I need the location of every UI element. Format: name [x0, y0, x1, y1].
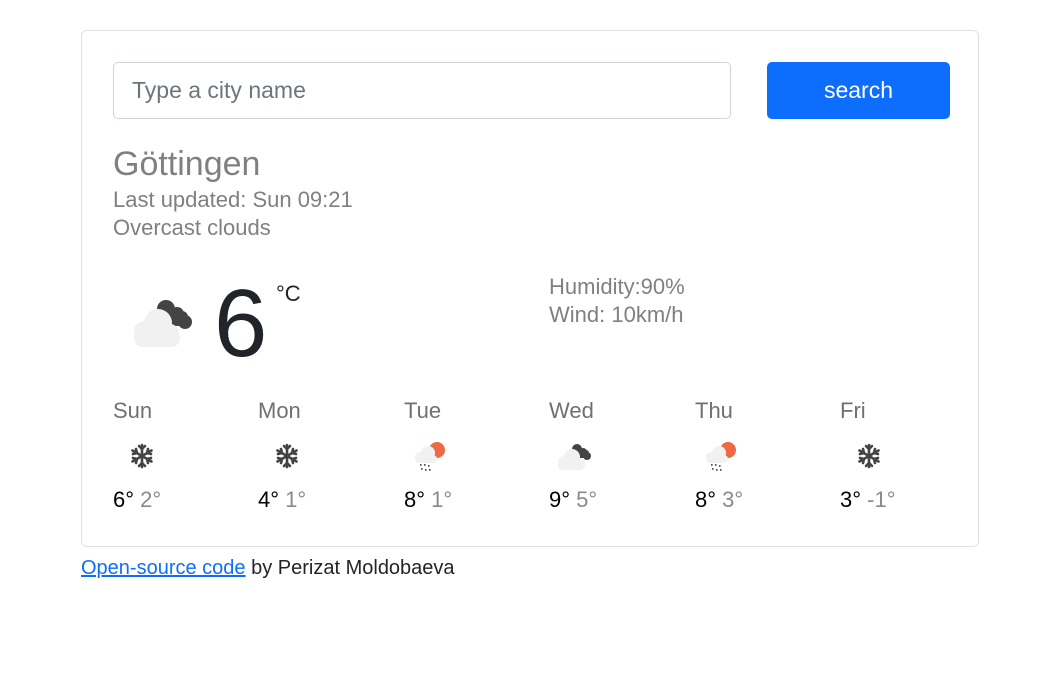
forecast-max: 9°	[549, 487, 571, 512]
forecast-temps: 3° -1°	[840, 487, 896, 513]
forecast-day-name: Fri	[840, 398, 866, 423]
forecast-day-name: Sun	[113, 398, 153, 423]
forecast-temps: 8° 3°	[695, 487, 743, 513]
open-source-link[interactable]: Open-source code	[81, 557, 246, 579]
forecast: Sun 6° 2° Mon 4° 1° Tue 8° 1° Wed 9° 5° …	[113, 398, 987, 518]
forecast-min: 1°	[431, 487, 453, 512]
humidity: Humidity:90%	[549, 274, 685, 299]
forecast-max: 3°	[840, 487, 862, 512]
forecast-max: 6°	[113, 487, 135, 512]
weather-description: Overcast clouds	[113, 215, 271, 240]
forecast-day-name: Tue	[404, 398, 442, 423]
temperature-unit[interactable]: °C	[276, 281, 301, 307]
wind-speed: Wind: 10km/h	[549, 302, 684, 327]
forecast-day-name: Wed	[549, 398, 594, 423]
forecast-max: 8°	[695, 487, 717, 512]
current-temperature: 6	[214, 270, 268, 377]
forecast-temps: 4° 1°	[258, 487, 306, 513]
forecast-max: 4°	[258, 487, 280, 512]
forecast-day: Tue 8° 1°	[404, 398, 544, 518]
forecast-day-name: Thu	[695, 398, 733, 423]
forecast-day: Thu 8° 3°	[695, 398, 835, 518]
forecast-day: Fri 3° -1°	[840, 398, 980, 518]
snow-icon	[131, 443, 153, 469]
weather-card: search Göttingen Last updated: Sun 09:21…	[81, 30, 979, 547]
forecast-temps: 6° 2°	[113, 487, 161, 513]
search-button[interactable]: search	[767, 62, 950, 119]
overcast-clouds-icon	[134, 300, 192, 347]
forecast-min: 1°	[285, 487, 307, 512]
forecast-min: 3°	[722, 487, 744, 512]
city-name: Göttingen	[113, 145, 261, 183]
rain-sun-icon	[706, 442, 736, 471]
forecast-day: Wed 9° 5°	[549, 398, 689, 518]
forecast-temps: 9° 5°	[549, 487, 597, 513]
forecast-day: Mon 4° 1°	[258, 398, 398, 518]
forecast-day: Sun 6° 2°	[113, 398, 253, 518]
forecast-min: 2°	[140, 487, 162, 512]
footer: Open-source code by Perizat Moldobaeva	[81, 556, 455, 580]
forecast-temps: 8° 1°	[404, 487, 452, 513]
forecast-day-name: Mon	[258, 398, 301, 423]
rain-sun-icon	[415, 442, 445, 471]
city-search-input[interactable]	[113, 62, 731, 119]
forecast-min: 5°	[576, 487, 598, 512]
forecast-max: 8°	[404, 487, 426, 512]
snow-icon	[858, 443, 880, 469]
snow-icon	[276, 443, 298, 469]
overcast-clouds-icon	[558, 444, 591, 470]
footer-author: by Perizat Moldobaeva	[245, 557, 455, 579]
forecast-min: -1°	[867, 487, 896, 512]
last-updated: Last updated: Sun 09:21	[113, 187, 353, 212]
